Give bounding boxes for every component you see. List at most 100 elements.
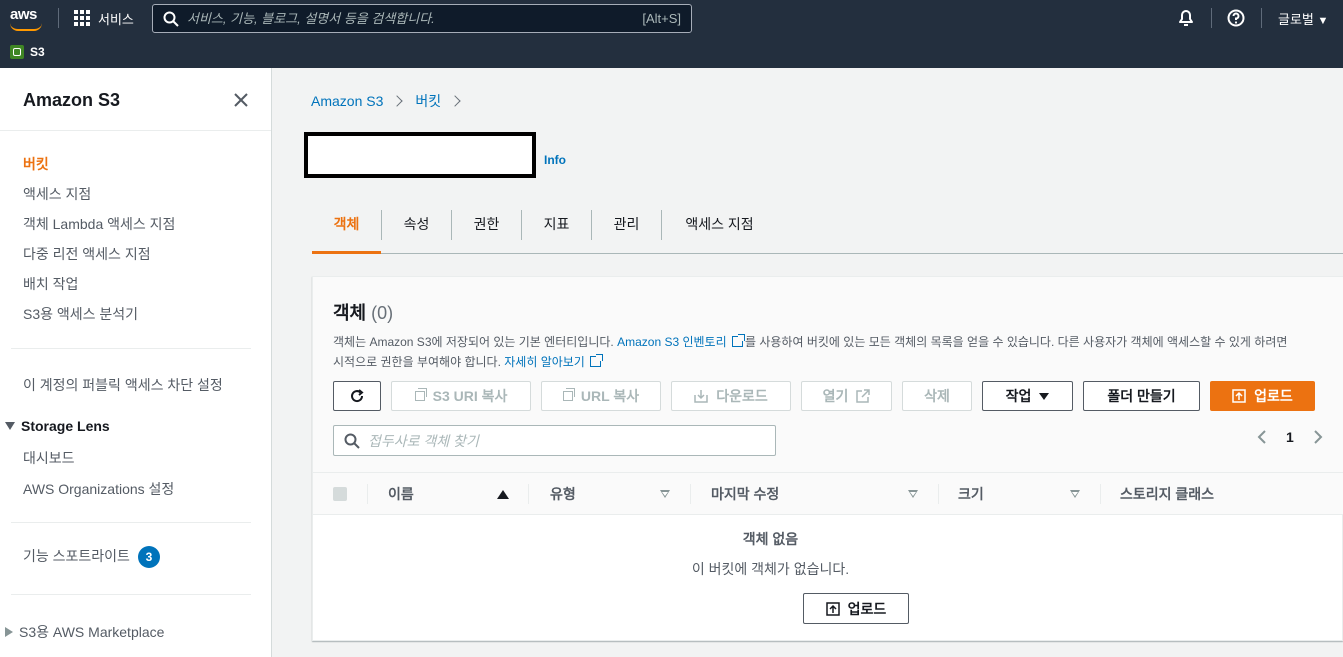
- nav-divider: [1261, 8, 1262, 28]
- tab-objects[interactable]: 객체: [312, 206, 381, 254]
- column-header-type[interactable]: 유형: [550, 473, 576, 516]
- download-button[interactable]: 다운로드: [671, 381, 791, 411]
- sidebar-item-feature-spotlight[interactable]: 기능 스포트라이트 3: [23, 546, 160, 569]
- select-all-checkbox[interactable]: [333, 487, 347, 501]
- tab-management[interactable]: 관리: [592, 206, 661, 254]
- storage-lens-title: Storage Lens: [21, 418, 110, 434]
- sidebar-item-marketplace[interactable]: S3용 AWS Marketplace: [5, 622, 164, 642]
- refresh-icon: [351, 389, 364, 403]
- search-shortcut-hint: [Alt+S]: [642, 11, 681, 26]
- empty-state-upload-button[interactable]: 업로드: [803, 593, 909, 624]
- upload-button[interactable]: 업로드: [1210, 381, 1315, 411]
- objects-panel-header: 객체 (0) 객체는 Amazon S3에 저장되어 있는 기본 엔터티입니다.…: [313, 277, 1343, 472]
- chevron-left-icon[interactable]: [1256, 429, 1268, 445]
- sidebar-item-organizations-settings[interactable]: AWS Organizations 설정: [23, 479, 174, 499]
- tab-bar: 객체 속성 권한 지표 관리 액세스 지점: [312, 206, 1343, 254]
- button-label: 다운로드: [716, 388, 768, 404]
- refresh-button[interactable]: [333, 381, 381, 411]
- side-navigation: Amazon S3 버킷 액세스 지점 객체 Lambda 액세스 지점 다중 …: [0, 68, 272, 657]
- sort-ascending-icon[interactable]: [497, 490, 509, 499]
- aws-logo[interactable]: aws: [10, 6, 44, 32]
- empty-state-description: 이 버킷에 객체가 없습니다.: [691, 561, 850, 577]
- inventory-link[interactable]: Amazon S3 인벤토리: [617, 334, 745, 349]
- external-link-icon: [590, 354, 604, 367]
- storage-lens-section-toggle[interactable]: Storage Lens: [5, 418, 110, 434]
- copy-s3-uri-button[interactable]: S3 URI 복사: [391, 381, 531, 411]
- empty-state-title: 객체 없음: [742, 531, 799, 547]
- sort-icon[interactable]: [1070, 490, 1080, 498]
- column-header-size[interactable]: 크기: [958, 473, 984, 516]
- button-label: URL 복사: [580, 388, 640, 404]
- tab-access-points[interactable]: 액세스 지점: [662, 206, 777, 254]
- delete-button[interactable]: 삭제: [902, 381, 972, 411]
- objects-table-header: 이름 유형 마지막 수정 크기 스토리지 클래스: [313, 472, 1343, 515]
- description-text: 시적으로 권한을 부여해야 합니다.: [333, 355, 505, 369]
- sidebar-item-batch-operations[interactable]: 배치 작업: [23, 274, 78, 294]
- notification-count-badge: 3: [137, 546, 160, 569]
- sort-icon[interactable]: [908, 490, 918, 498]
- learn-more-link[interactable]: 자세히 알아보기: [504, 354, 604, 369]
- tab-permissions[interactable]: 권한: [452, 206, 521, 254]
- tab-metrics[interactable]: 지표: [522, 206, 591, 254]
- button-label: 업로드: [1254, 388, 1293, 404]
- open-button[interactable]: 열기: [801, 381, 892, 411]
- s3-service-icon: [10, 45, 24, 59]
- actions-dropdown-button[interactable]: 작업: [982, 381, 1073, 411]
- chevron-right-icon[interactable]: [1312, 429, 1324, 445]
- global-search[interactable]: [Alt+S]: [152, 4, 692, 33]
- sidebar-item-object-lambda-access-points[interactable]: 객체 Lambda 액세스 지점: [23, 214, 175, 234]
- services-menu-button[interactable]: 서비스: [74, 8, 134, 28]
- current-page-number[interactable]: 1: [1286, 429, 1294, 445]
- divider: [11, 348, 251, 349]
- services-label: 서비스: [98, 11, 134, 27]
- column-divider: [367, 484, 368, 504]
- grid-menu-icon: [74, 10, 90, 26]
- bell-icon[interactable]: [1177, 9, 1195, 27]
- column-header-last-modified[interactable]: 마지막 수정: [711, 473, 779, 516]
- pagination: 1: [1256, 429, 1324, 445]
- region-selector[interactable]: 글로벌 ▼: [1278, 9, 1328, 28]
- create-folder-button[interactable]: 폴더 만들기: [1083, 381, 1200, 411]
- upload-icon: [1232, 389, 1246, 403]
- sidebar-item-dashboards[interactable]: 대시보드: [23, 448, 75, 468]
- external-link-icon: [856, 389, 871, 403]
- objects-panel: 객체 (0) 객체는 Amazon S3에 저장되어 있는 기본 엔터티입니다.…: [312, 276, 1343, 641]
- sidebar-title[interactable]: Amazon S3: [23, 90, 120, 111]
- caret-down-icon: [1039, 392, 1050, 400]
- chevron-right-icon: [449, 95, 461, 107]
- object-filter-input[interactable]: [368, 429, 768, 452]
- objects-title: 객체 (0): [333, 299, 393, 325]
- tab-properties[interactable]: 속성: [382, 206, 451, 254]
- info-link[interactable]: Info: [544, 153, 566, 167]
- column-divider: [528, 484, 529, 504]
- breadcrumb-link-s3[interactable]: Amazon S3: [311, 93, 383, 109]
- object-filter[interactable]: [333, 425, 776, 456]
- help-icon[interactable]: [1227, 9, 1245, 27]
- column-divider: [690, 484, 691, 504]
- sidebar-item-block-public-access[interactable]: 이 계정의 퍼블릭 액세스 차단 설정: [23, 375, 223, 395]
- description-text: 객체는 Amazon S3에 저장되어 있는 기본 엔터티입니다.: [333, 335, 618, 349]
- sidebar-item-access-analyzer[interactable]: S3용 액세스 분석기: [23, 304, 138, 324]
- aws-smile-icon: [10, 23, 42, 31]
- sidebar-item-buckets[interactable]: 버킷: [23, 154, 49, 174]
- column-header-storage-class[interactable]: 스토리지 클래스: [1120, 473, 1214, 516]
- divider: [11, 594, 251, 595]
- aws-logo-text: aws: [10, 6, 37, 23]
- search-icon: [163, 11, 179, 27]
- column-divider: [1100, 484, 1101, 504]
- external-link-icon: [731, 334, 745, 347]
- breadcrumb-link-buckets[interactable]: 버킷: [415, 91, 441, 111]
- chevron-right-icon: [391, 95, 404, 107]
- button-label: 폴더 만들기: [1107, 388, 1176, 404]
- copy-url-button[interactable]: URL 복사: [541, 381, 661, 411]
- divider: [0, 130, 271, 131]
- sort-icon[interactable]: [660, 490, 670, 498]
- caret-right-icon: [5, 627, 13, 637]
- objects-title-text: 객체: [333, 303, 367, 323]
- sidebar-item-access-points[interactable]: 액세스 지점: [23, 184, 91, 204]
- search-input[interactable]: [187, 7, 627, 30]
- sidebar-item-multi-region-access-points[interactable]: 다중 리전 액세스 지점: [23, 244, 151, 264]
- service-favorite-s3[interactable]: S3: [10, 45, 45, 59]
- close-icon[interactable]: [232, 91, 250, 109]
- column-header-name[interactable]: 이름: [388, 473, 414, 516]
